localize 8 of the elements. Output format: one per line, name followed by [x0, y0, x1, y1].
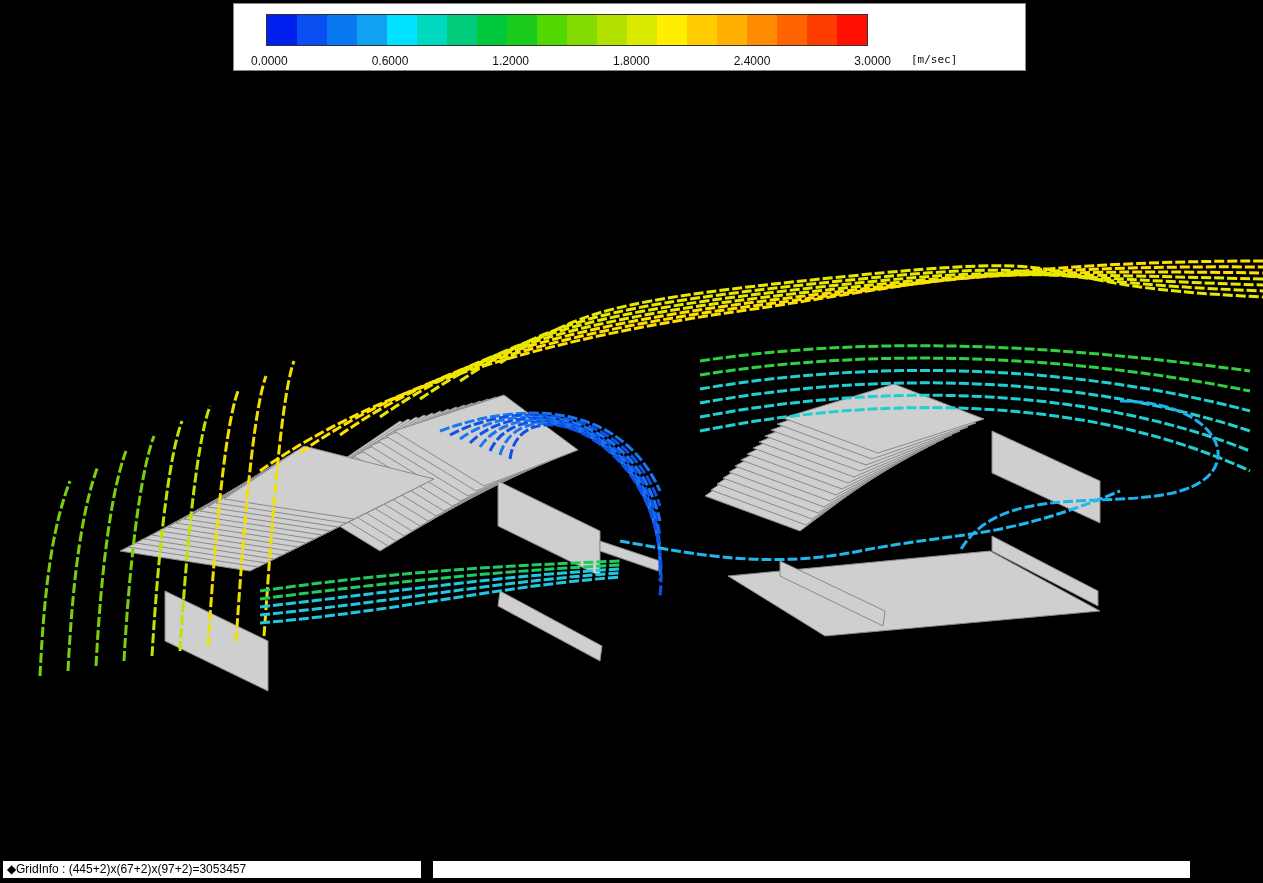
scale-label: 1.8000	[612, 54, 650, 68]
scale-label: 1.2000	[492, 54, 529, 68]
scale-label: 2.4000	[733, 54, 771, 68]
unit-label: [m/sec]	[911, 52, 958, 66]
scale-label: 0.0000	[251, 54, 288, 68]
scale-label: 3.0000	[854, 54, 891, 68]
grid-info-field: ◆GridInfo : (445+2)x(67+2)x(97+2)=3053457	[3, 861, 421, 878]
scale-label: 0.6000	[371, 54, 409, 68]
